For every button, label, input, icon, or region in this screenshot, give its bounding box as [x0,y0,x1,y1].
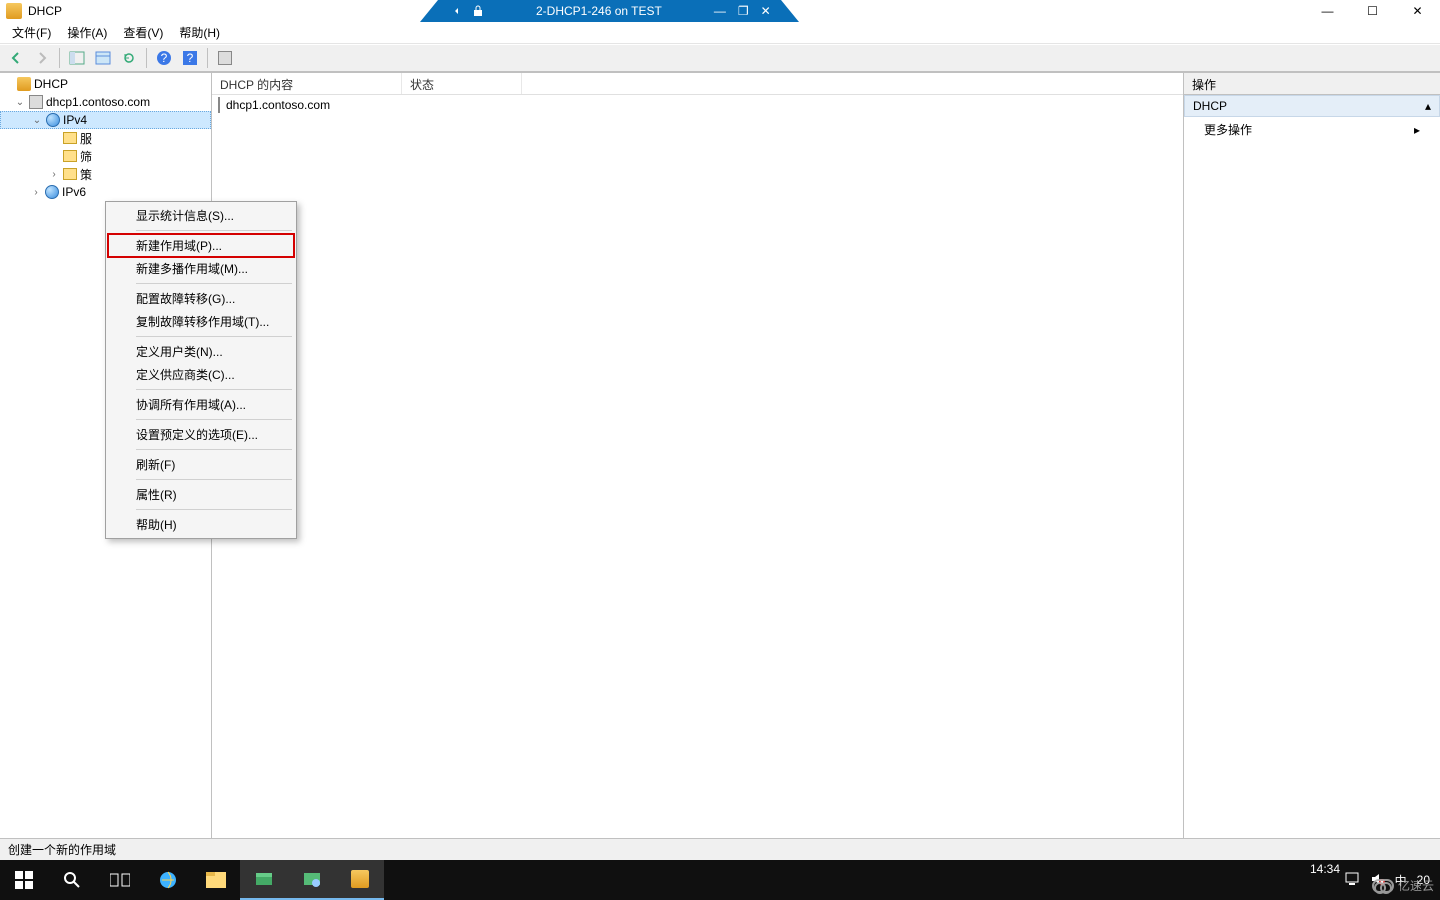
tree-server-node[interactable]: ⌄ dhcp1.contoso.com [0,93,211,111]
tree-server-label: dhcp1.contoso.com [46,95,150,109]
ctx-help[interactable]: 帮助(H) [108,513,294,536]
menu-help[interactable]: 帮助(H) [173,22,226,43]
status-text: 创建一个新的作用域 [8,841,116,858]
list-header: DHCP 的内容 状态 [212,73,1183,95]
conn-restore-button[interactable]: ❐ [738,4,749,18]
maximize-button[interactable]: ☐ [1350,0,1395,22]
back-button[interactable] [4,47,28,69]
tree-ipv4-label: IPv4 [63,113,87,127]
actions-section-dhcp[interactable]: DHCP ▴ [1184,95,1440,117]
ctx-define-user-classes[interactable]: 定义用户类(N)... [108,340,294,363]
taskbar-server-manager[interactable] [240,860,288,900]
ctx-new-scope[interactable]: 新建作用域(P)... [108,234,294,257]
watermark-text: 亿速云 [1398,877,1434,894]
taskbar: 中 20 14:34 亿速云 [0,860,1440,900]
taskbar-explorer[interactable] [192,860,240,900]
list-col-content[interactable]: DHCP 的内容 [212,73,402,94]
watermark-icon [1372,879,1394,893]
toolbar: ? ? [0,44,1440,72]
tray-network-icon[interactable] [1345,872,1361,889]
details-button[interactable] [91,47,115,69]
title-bar: DHCP 2-DHCP1-246 on TEST — ❐ ✕ — ☐ ✕ [0,0,1440,22]
ctx-new-multicast-scope[interactable]: 新建多播作用域(M)... [108,257,294,280]
help-button[interactable]: ? [152,47,176,69]
menu-view[interactable]: 查看(V) [117,22,169,43]
tree-ipv4-child2-label: 筛 [80,148,92,165]
pin-icon[interactable] [448,5,460,17]
actions-pane: 操作 DHCP ▴ 更多操作 ▸ [1184,73,1440,838]
ctx-refresh[interactable]: 刷新(F) [108,453,294,476]
ctx-configure-failover[interactable]: 配置故障转移(G)... [108,287,294,310]
app-icon [6,3,22,19]
conn-minimize-button[interactable]: — [714,4,726,18]
tree-ipv4-child1-label: 服 [80,130,92,147]
collapse-icon: ▴ [1425,99,1431,113]
context-menu: 显示统计信息(S)... 新建作用域(P)... 新建多播作用域(M)... 配… [105,201,297,539]
server-option-button[interactable] [213,47,237,69]
tree-ipv4-child2[interactable]: 筛 [0,147,211,165]
tree-root-dhcp[interactable]: DHCP [0,75,211,93]
menu-file[interactable]: 文件(F) [6,22,57,43]
taskbar-app2[interactable] [288,860,336,900]
ctx-properties[interactable]: 属性(R) [108,483,294,506]
menu-bar: 文件(F) 操作(A) 查看(V) 帮助(H) [0,22,1440,44]
minimize-button[interactable]: — [1305,0,1350,22]
ctx-set-predefined-options[interactable]: 设置预定义的选项(E)... [108,423,294,446]
actions-more[interactable]: 更多操作 ▸ [1184,117,1440,142]
tree-ipv4-child3[interactable]: › 策 [0,165,211,183]
list-col-status[interactable]: 状态 [402,73,522,94]
ctx-replicate-failover-scopes[interactable]: 复制故障转移作用域(T)... [108,310,294,333]
tree-ipv6-label: IPv6 [62,185,86,199]
ctx-define-vendor-classes[interactable]: 定义供应商类(C)... [108,363,294,386]
main-area: DHCP ⌄ dhcp1.contoso.com ⌄ IPv4 服 筛 › 策 … [0,72,1440,838]
refresh-button[interactable] [117,47,141,69]
list-item-label: dhcp1.contoso.com [226,98,330,112]
search-button[interactable] [48,860,96,900]
rdp-connection-tab: 2-DHCP1-246 on TEST — ❐ ✕ [420,0,799,22]
list-item[interactable]: dhcp1.contoso.com [212,95,1183,115]
tree-ipv4-node[interactable]: ⌄ IPv4 [0,111,211,129]
window-buttons: — ☐ ✕ [1305,0,1440,22]
actions-header: 操作 [1184,73,1440,95]
tree-pane: DHCP ⌄ dhcp1.contoso.com ⌄ IPv4 服 筛 › 策 … [0,73,212,838]
status-bar: 创建一个新的作用域 [0,838,1440,860]
lock-icon[interactable] [472,5,484,17]
show-hide-tree-button[interactable] [65,47,89,69]
tree-ipv4-child1[interactable]: 服 [0,129,211,147]
close-button[interactable]: ✕ [1395,0,1440,22]
ctx-show-statistics[interactable]: 显示统计信息(S)... [108,204,294,227]
start-button[interactable] [0,860,48,900]
svg-text:?: ? [161,51,168,65]
list-pane: DHCP 的内容 状态 dhcp1.contoso.com [212,73,1184,838]
conn-close-button[interactable]: ✕ [761,4,771,18]
taskbar-dhcp[interactable] [336,860,384,900]
task-view-button[interactable] [96,860,144,900]
help2-button[interactable]: ? [178,47,202,69]
ctx-reconcile-all-scopes[interactable]: 协调所有作用域(A)... [108,393,294,416]
watermark: 亿速云 [1372,877,1434,894]
chevron-right-icon: ▸ [1414,123,1420,137]
svg-text:?: ? [187,51,194,65]
tree-root-label: DHCP [34,77,68,91]
tree-ipv4-child3-label: 策 [80,166,92,183]
taskbar-ie[interactable] [144,860,192,900]
connection-label: 2-DHCP1-246 on TEST [496,4,702,18]
tray-clock[interactable]: 14:34 [1310,862,1340,876]
forward-button[interactable] [30,47,54,69]
tree-ipv6-node[interactable]: › IPv6 [0,183,211,201]
menu-action[interactable]: 操作(A) [61,22,113,43]
app-title: DHCP [28,4,62,18]
